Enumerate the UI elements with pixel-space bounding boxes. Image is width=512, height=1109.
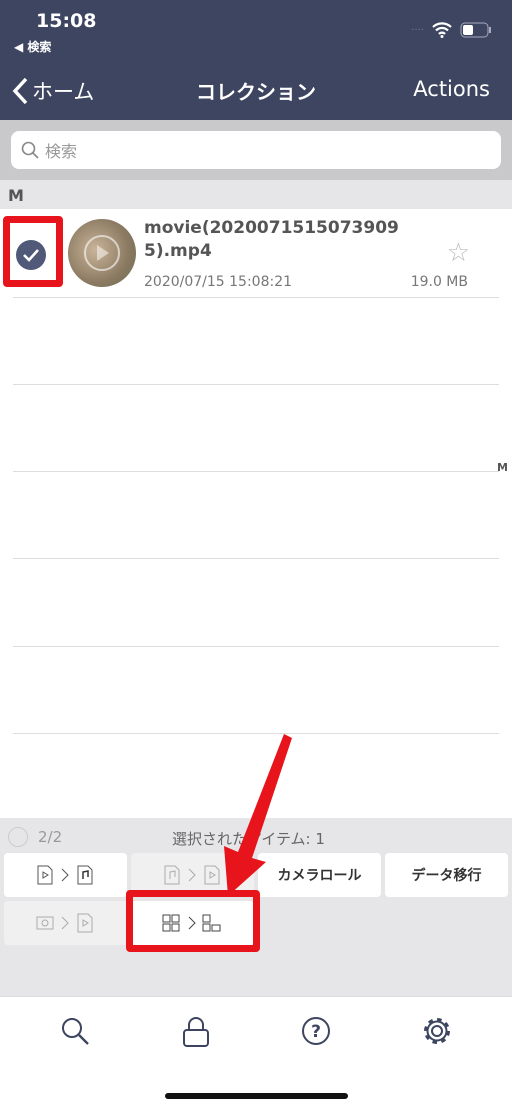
search-placeholder: 検索 xyxy=(45,142,78,161)
divider xyxy=(13,558,499,559)
battery-icon xyxy=(460,22,491,38)
status-icons: ···· xyxy=(411,22,492,38)
section-index[interactable]: M xyxy=(497,461,508,474)
play-icon xyxy=(84,235,120,271)
svg-text:?: ? xyxy=(311,1022,321,1042)
search-icon xyxy=(21,141,39,159)
tab-help[interactable]: ? xyxy=(301,1016,331,1050)
tab-settings[interactable] xyxy=(422,1016,452,1050)
back-to-app[interactable]: ◀ 検索 xyxy=(14,38,51,55)
back-button[interactable]: ホーム xyxy=(12,76,94,106)
search-bar: 検索 xyxy=(0,120,512,180)
header: 15:08 ◀ 検索 ···· ホーム コレクション Actions xyxy=(0,0,512,120)
page-title: コレクション xyxy=(196,80,316,104)
photo-to-video-icon xyxy=(36,913,92,933)
video-to-audio-icon xyxy=(37,865,92,885)
select-all-circle[interactable] xyxy=(8,827,28,847)
star-icon[interactable]: ☆ xyxy=(447,238,470,268)
section-header: M xyxy=(0,180,512,209)
red-arrow xyxy=(224,734,292,896)
search-input[interactable]: 検索 xyxy=(11,131,501,169)
wifi-icon xyxy=(432,22,452,38)
file-name: movie(20200715150739095).mp4 xyxy=(144,218,399,261)
help-icon: ? xyxy=(302,1017,330,1045)
photo-to-video-button xyxy=(4,901,127,945)
divider xyxy=(13,471,499,472)
back-label: ホーム xyxy=(32,80,95,104)
file-size: 19.0 MB xyxy=(410,274,468,290)
actions-button[interactable]: Actions xyxy=(413,77,490,101)
home-indicator[interactable] xyxy=(165,1093,348,1099)
divider xyxy=(13,297,499,298)
data-transfer-button[interactable]: データ移行 xyxy=(385,853,508,897)
lock-icon xyxy=(183,1017,209,1047)
tab-search[interactable] xyxy=(60,1016,90,1050)
divider xyxy=(13,384,499,385)
signal-icon: ···· xyxy=(411,24,424,36)
page-count: 2/2 xyxy=(38,828,63,846)
gear-icon xyxy=(424,1018,450,1044)
tab-lock[interactable] xyxy=(182,1016,210,1052)
search-icon xyxy=(62,1018,89,1045)
divider xyxy=(13,646,499,647)
chevron-left-icon xyxy=(12,77,28,105)
status-time: 15:08 xyxy=(36,10,97,32)
video-to-audio-button[interactable] xyxy=(4,853,127,897)
file-date: 2020/07/15 15:08:21 xyxy=(144,274,293,290)
checkmark-icon xyxy=(23,249,39,262)
video-thumbnail[interactable] xyxy=(68,219,136,287)
checkbox-checked[interactable] xyxy=(16,240,46,270)
